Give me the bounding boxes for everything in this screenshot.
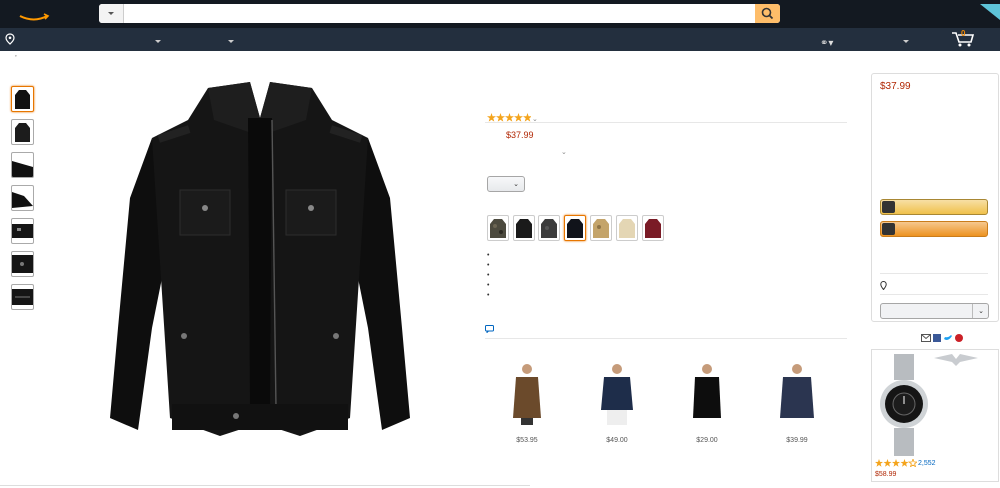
buy-box <box>871 73 999 322</box>
location-pin-icon[interactable] <box>880 281 887 290</box>
jacket-swatch-icon <box>541 219 557 238</box>
recommendation-price: $39.99 <box>786 437 808 444</box>
search-bar <box>99 4 780 23</box>
search-input[interactable] <box>125 4 755 23</box>
color-swatch-black-selected[interactable] <box>564 215 586 241</box>
color-swatch-khaki[interactable] <box>616 215 638 241</box>
jacket-thumbnail-icon <box>15 90 30 109</box>
language-globe-icon[interactable]: ⚭▾ <box>820 39 833 49</box>
thumbnail-image[interactable] <box>11 86 34 112</box>
chevron-down-icon: ⌄ <box>978 308 984 315</box>
chevron-down-icon <box>108 12 114 15</box>
ad-rating-stars[interactable] <box>875 459 917 467</box>
size-select[interactable]: ⌄ <box>487 176 525 192</box>
watch-ad-image[interactable] <box>872 350 998 458</box>
thumbnail-image[interactable] <box>11 218 34 244</box>
thumbnail-image[interactable] <box>11 284 34 310</box>
product-price: $37.99 <box>506 130 534 140</box>
feature-bullet: • <box>487 262 490 269</box>
feature-bullet: • <box>487 252 490 259</box>
cart-icon <box>882 201 895 213</box>
pinterest-icon[interactable] <box>955 334 963 342</box>
color-swatch-desert-camo[interactable] <box>590 215 612 241</box>
buy-box-price: $37.99 <box>880 81 911 92</box>
play-icon <box>882 223 895 235</box>
jacket-detail-thumbnail-icon <box>12 289 33 305</box>
recommendation-price: $49.00 <box>606 437 628 444</box>
feedback-chat-icon[interactable] <box>485 325 494 333</box>
recommendation-image[interactable] <box>587 360 647 425</box>
divider <box>880 273 988 274</box>
promo-corner-icon[interactable] <box>960 0 1000 24</box>
ad-price: $58.99 <box>875 471 897 478</box>
thumbnail-image[interactable] <box>11 152 34 178</box>
recommendation-price: $53.95 <box>516 437 538 444</box>
color-swatch-burgundy[interactable] <box>642 215 664 241</box>
buy-now-button[interactable] <box>880 221 988 237</box>
jacket-swatch-icon <box>593 219 609 238</box>
price-details-caret-icon[interactable]: ⌄ <box>561 148 567 156</box>
feature-bullet: • <box>487 292 490 299</box>
search-icon <box>761 7 774 20</box>
feature-bullet: • <box>487 272 490 279</box>
amazon-logo[interactable] <box>14 4 54 24</box>
ad-review-count[interactable]: 2,552 <box>918 460 936 467</box>
rating-stars[interactable] <box>487 113 531 122</box>
color-swatch-dark-camo[interactable] <box>538 215 560 241</box>
facebook-icon[interactable] <box>933 334 941 342</box>
recommendation-image[interactable] <box>677 360 737 425</box>
add-to-list-select[interactable]: ⌄ <box>880 303 989 319</box>
divider <box>485 122 847 123</box>
jacket-detail-thumbnail-icon <box>12 161 33 177</box>
jacket-swatch-icon <box>490 219 506 238</box>
share-icons <box>921 334 963 342</box>
search-button[interactable] <box>755 4 780 23</box>
divider <box>972 304 973 318</box>
thumbnail-image[interactable] <box>11 251 34 277</box>
color-swatch-black[interactable] <box>513 215 535 241</box>
recommendation-image[interactable] <box>767 360 827 425</box>
jacket-swatch-icon <box>516 219 532 238</box>
divider <box>485 338 847 339</box>
nav-dropdown-caret-icon[interactable] <box>228 40 234 43</box>
breadcrumb: ’ <box>15 54 17 63</box>
recommendation-price: $29.00 <box>696 437 718 444</box>
jacket-swatch-icon <box>619 219 635 238</box>
twitter-icon[interactable] <box>944 335 952 340</box>
top-header-bar <box>0 0 1000 28</box>
divider <box>0 485 530 486</box>
jacket-swatch-icon <box>645 219 661 238</box>
account-dropdown-caret-icon[interactable] <box>903 40 909 43</box>
add-to-cart-button[interactable] <box>880 199 988 215</box>
jacket-thumbnail-icon <box>15 123 30 142</box>
jacket-detail-thumbnail-icon <box>12 192 33 208</box>
search-category-dropdown[interactable] <box>99 4 124 23</box>
jacket-swatch-icon <box>567 219 583 238</box>
nav-bar <box>0 28 1000 51</box>
location-pin-icon[interactable] <box>5 33 15 45</box>
color-swatch-camo[interactable] <box>487 215 509 241</box>
divider <box>880 294 988 295</box>
feature-bullet: • <box>487 282 490 289</box>
email-icon[interactable] <box>921 334 931 342</box>
jacket-detail-thumbnail-icon <box>12 255 33 273</box>
thumbnail-image[interactable] <box>11 185 34 211</box>
chevron-down-icon: ⌄ <box>513 181 519 188</box>
thumbnail-image[interactable] <box>11 119 34 145</box>
jacket-detail-thumbnail-icon <box>12 224 33 238</box>
recommendation-image[interactable] <box>497 360 557 425</box>
product-main-image[interactable] <box>100 78 420 448</box>
nav-dropdown-caret-icon[interactable] <box>155 40 161 43</box>
cart-count: 0 <box>961 29 966 38</box>
